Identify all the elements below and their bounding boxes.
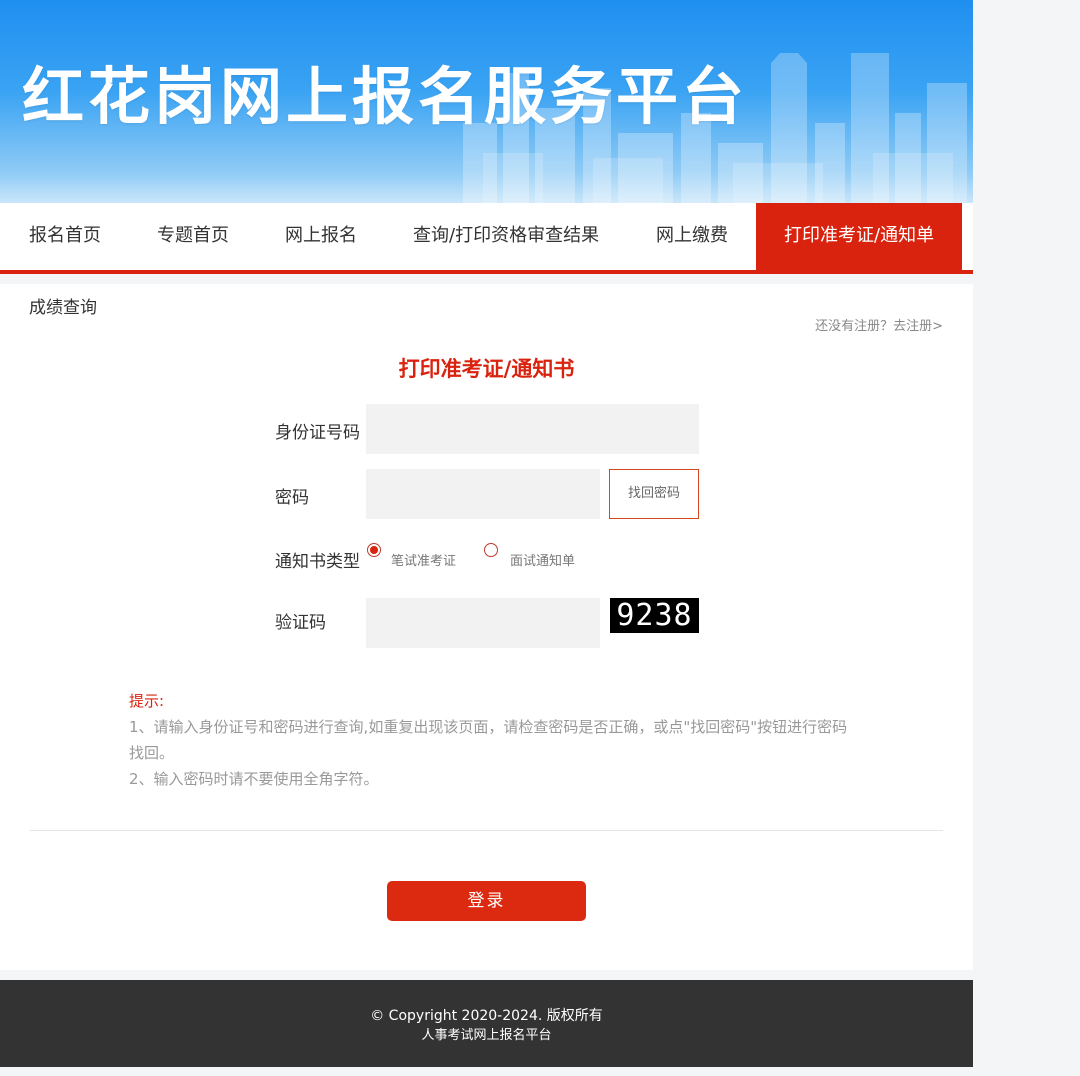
id-number-label: 身份证号码: [275, 423, 360, 443]
main-content: 成绩查询 还没有注册？去注册> 打印准考证/通知书 身份证号码 密码 找回密码 …: [0, 284, 973, 970]
password-label: 密码: [275, 488, 309, 508]
nav-item-review-results[interactable]: 查询/打印资格审查结果: [413, 203, 599, 270]
id-number-input[interactable]: [366, 404, 699, 454]
nav-item-topic-home[interactable]: 专题首页: [157, 203, 229, 270]
register-link[interactable]: 还没有注册？去注册>: [815, 315, 943, 334]
written-exam-radio-label[interactable]: 笔试准考证: [391, 550, 456, 569]
tips-title: 提示:: [129, 692, 165, 710]
site-title: 红花岗网上报名服务平台: [22, 60, 749, 133]
interview-notice-radio[interactable]: [484, 543, 498, 557]
captcha-image[interactable]: 9238: [610, 598, 699, 633]
notice-type-label: 通知书类型: [275, 552, 360, 572]
form-title: 打印准考证/通知书: [398, 357, 575, 381]
page: 红花岗网上报名服务平台 报名首页 专题首页 网上报名 查询/打印资格审查结果 网…: [0, 0, 973, 1076]
nav-underline: [0, 270, 973, 274]
interview-notice-radio-label[interactable]: 面试通知单: [510, 550, 575, 569]
nav-item-online-signup[interactable]: 网上报名: [285, 203, 357, 270]
nav-item-print-admission[interactable]: 打印准考证/通知单: [756, 203, 962, 270]
footer: © Copyright 2020-2024. 版权所有 人事考试网上报名平台: [0, 980, 973, 1067]
retrieve-password-button[interactable]: 找回密码: [609, 469, 699, 519]
main-nav: 报名首页 专题首页 网上报名 查询/打印资格审查结果 网上缴费 打印准考证/通知…: [0, 203, 973, 270]
written-exam-radio[interactable]: [367, 543, 381, 557]
nav-item-online-payment[interactable]: 网上缴费: [656, 203, 728, 270]
password-input[interactable]: [366, 469, 600, 519]
captcha-input[interactable]: [366, 598, 600, 648]
subnav-score-query[interactable]: 成绩查询: [29, 293, 97, 318]
tip-line-2: 2、输入密码时请不要使用全角字符。: [129, 770, 379, 788]
nav-item-signup-home[interactable]: 报名首页: [29, 203, 101, 270]
tips-section: 提示: 1、请输入身份证号和密码进行查询,如重复出现该页面，请检查密码是否正确，…: [129, 688, 849, 792]
login-button[interactable]: 登录: [387, 881, 586, 921]
footer-platform-name: 人事考试网上报名平台: [421, 1028, 552, 1043]
divider: [30, 830, 943, 831]
footer-copyright: © Copyright 2020-2024. 版权所有: [370, 1008, 603, 1024]
captcha-label: 验证码: [275, 613, 326, 633]
header-banner: 红花岗网上报名服务平台: [0, 0, 973, 203]
tip-line-1: 1、请输入身份证号和密码进行查询,如重复出现该页面，请检查密码是否正确，或点"找…: [129, 718, 848, 762]
